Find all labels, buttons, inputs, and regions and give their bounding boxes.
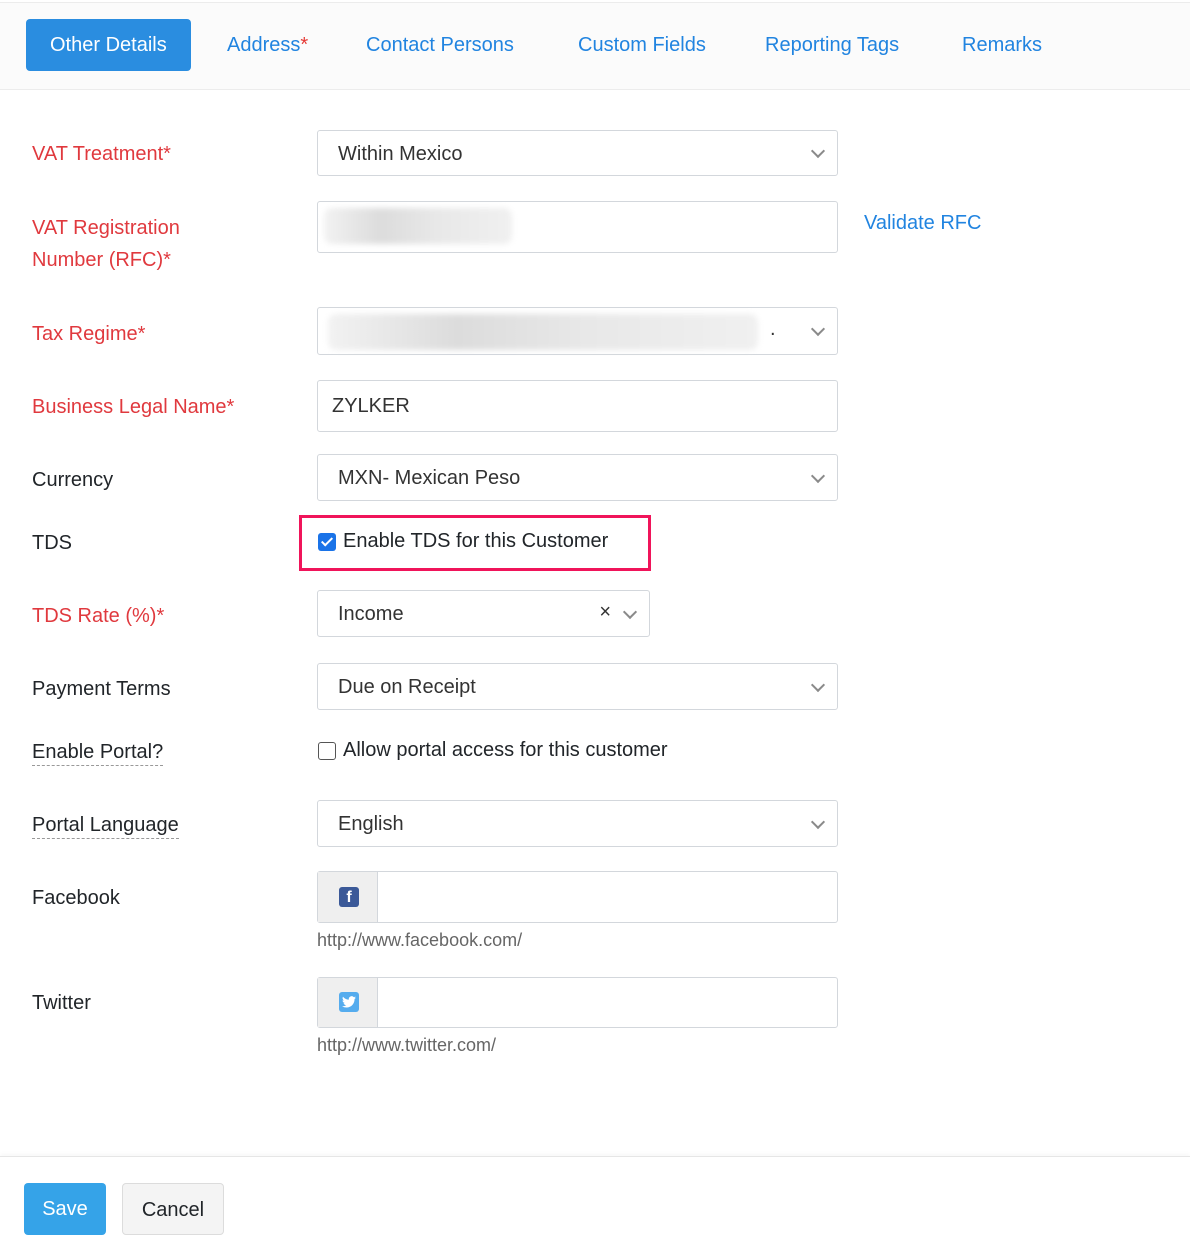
tab-address-label: Address <box>227 34 301 56</box>
portal-language-label: Portal Language <box>32 809 179 841</box>
vat-registration-label-line1: VAT Registration <box>32 217 180 239</box>
tds-rate-value: Income <box>338 603 404 625</box>
enable-tds-checkbox-label[interactable]: Enable TDS for this Customer <box>343 530 608 553</box>
chevron-down-icon <box>810 468 826 483</box>
enable-portal-label: Enable Portal? <box>32 736 164 768</box>
tab-remarks[interactable]: Remarks <box>962 19 1042 71</box>
chevron-down-icon <box>622 604 638 619</box>
chevron-down-icon <box>810 143 826 159</box>
twitter-label: Twitter <box>32 992 91 1014</box>
tab-custom-fields[interactable]: Custom Fields <box>578 19 706 71</box>
business-legal-name-label: Business Legal Name* <box>32 396 235 418</box>
tab-contact-persons[interactable]: Contact Persons <box>366 19 514 71</box>
form-footer: Save Cancel <box>0 1156 1190 1255</box>
business-legal-name-input[interactable]: ZYLKER <box>317 380 838 432</box>
vat-treatment-select[interactable]: Within Mexico <box>317 130 838 176</box>
tab-bar: Other Details Address* Contact Persons C… <box>0 2 1190 90</box>
vat-treatment-label: VAT Treatment* <box>32 143 171 165</box>
allow-portal-checkbox-label[interactable]: Allow portal access for this customer <box>343 739 668 762</box>
allow-portal-checkbox[interactable] <box>318 742 336 760</box>
chevron-down-icon <box>810 814 826 829</box>
portal-language-label-text: Portal Language <box>32 814 179 839</box>
currency-select[interactable]: MXN- Mexican Peso <box>317 454 838 501</box>
tax-regime-label: Tax Regime* <box>32 323 146 345</box>
facebook-icon: f <box>339 887 359 907</box>
redacted-value <box>328 314 758 350</box>
twitter-hint: http://www.twitter.com/ <box>317 1035 497 1055</box>
currency-label: Currency <box>32 469 114 491</box>
payment-terms-label: Payment Terms <box>32 678 171 700</box>
chevron-down-icon <box>810 321 826 337</box>
facebook-input[interactable]: f <box>317 871 838 923</box>
facebook-addon: f <box>318 872 378 922</box>
enable-tds-checkbox[interactable] <box>318 533 336 551</box>
tds-rate-label: TDS Rate (%)* <box>32 605 165 627</box>
portal-language-select[interactable]: English <box>317 800 838 847</box>
vat-registration-label: VAT Registration Number (RFC)* <box>32 212 180 276</box>
tab-address[interactable]: Address* <box>227 19 308 71</box>
twitter-icon <box>339 992 359 1012</box>
payment-terms-value: Due on Receipt <box>338 676 476 698</box>
tab-other-details[interactable]: Other Details <box>26 19 191 71</box>
required-mark: * <box>300 34 309 56</box>
twitter-addon <box>318 978 378 1027</box>
facebook-label: Facebook <box>32 887 120 909</box>
twitter-input[interactable] <box>317 977 838 1028</box>
vat-registration-label-line2: Number (RFC)* <box>32 249 171 271</box>
cancel-button[interactable]: Cancel <box>122 1183 224 1235</box>
tax-regime-select[interactable]: . <box>317 307 838 355</box>
vat-registration-input[interactable] <box>317 201 838 253</box>
twitter-bird-glyph <box>342 996 356 1008</box>
business-legal-name-value: ZYLKER <box>332 395 410 417</box>
currency-value: MXN- Mexican Peso <box>338 467 521 489</box>
tax-regime-trailing: . <box>770 318 776 340</box>
vat-treatment-value: Within Mexico <box>338 143 463 165</box>
tab-reporting-tags[interactable]: Reporting Tags <box>765 19 899 71</box>
portal-language-value: English <box>338 813 404 835</box>
chevron-down-icon <box>810 677 826 692</box>
payment-terms-select[interactable]: Due on Receipt <box>317 663 838 710</box>
redacted-value <box>324 208 512 244</box>
enable-portal-label-text: Enable Portal? <box>32 741 164 766</box>
save-button[interactable]: Save <box>24 1183 106 1235</box>
clear-icon[interactable]: × <box>599 601 611 624</box>
tds-label: TDS <box>32 532 72 554</box>
validate-rfc-link[interactable]: Validate RFC <box>864 212 981 235</box>
tds-rate-select[interactable]: Income × <box>317 590 650 637</box>
facebook-hint: http://www.facebook.com/ <box>317 930 523 950</box>
